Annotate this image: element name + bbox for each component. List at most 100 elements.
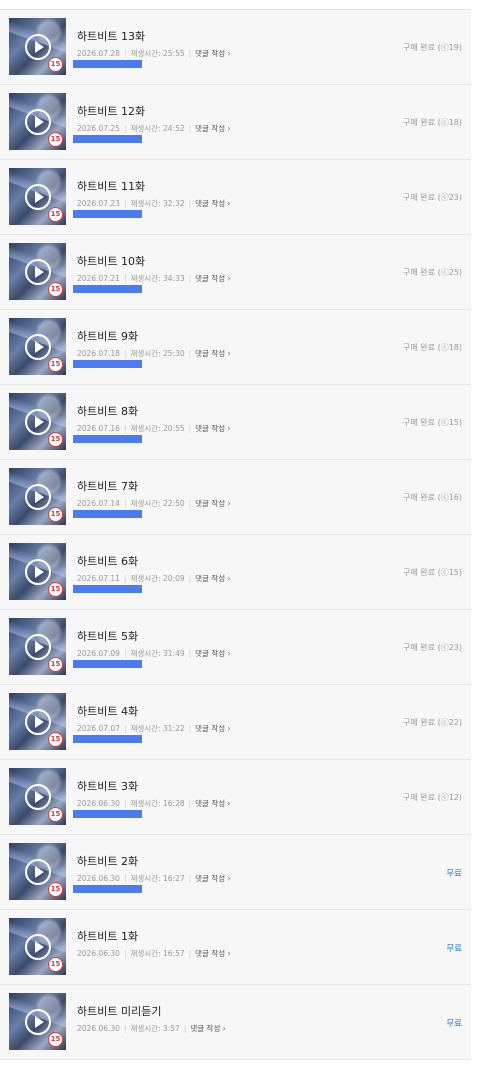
write-comment-link[interactable]: 댓글 작성 ›	[190, 1024, 225, 1033]
age-rating-badge: 15	[48, 432, 63, 447]
write-comment-link[interactable]: 댓글 작성 ›	[195, 274, 230, 283]
episode-thumbnail[interactable]: 15	[9, 993, 66, 1050]
play-icon[interactable]	[25, 34, 51, 60]
episode-meta: 2026.06.30 | 재생시간: 16:57 | 댓글 작성 ›	[77, 948, 231, 959]
play-icon[interactable]	[25, 109, 51, 135]
meta-separator: |	[188, 724, 192, 733]
episode-title[interactable]: 하트비트 12화	[77, 103, 145, 119]
episode-row[interactable]: 15 하트비트 5화 2026.07.09 | 재생시간: 31:49 | 댓글 작성 …	[0, 610, 471, 685]
purchase-status: 무료	[446, 944, 462, 954]
meta-separator: |	[123, 649, 127, 658]
episode-duration: 재생시간: 16:28	[130, 799, 185, 808]
episode-row[interactable]: 15 하트비트 2화 2026.06.30 | 재생시간: 16:27 | 댓글 작성 …	[0, 835, 471, 910]
episode-row[interactable]: 15 하트비트 1화 2026.06.30 | 재생시간: 16:57 | 댓글 작성 …	[0, 910, 471, 985]
meta-separator: |	[123, 799, 127, 808]
episode-thumbnail[interactable]: 15	[9, 918, 66, 975]
meta-separator: |	[188, 574, 192, 583]
write-comment-link[interactable]: 댓글 작성 ›	[195, 124, 230, 133]
episode-title[interactable]: 하트비트 8화	[77, 403, 138, 419]
play-icon[interactable]	[25, 409, 51, 435]
play-icon[interactable]	[25, 334, 51, 360]
episode-meta: 2026.07.09 | 재생시간: 31:49 | 댓글 작성 ›	[77, 648, 231, 659]
meta-separator: |	[188, 499, 192, 508]
write-comment-link[interactable]: 댓글 작성 ›	[195, 349, 230, 358]
episode-title[interactable]: 하트비트 13화	[77, 28, 145, 44]
episode-thumbnail[interactable]: 15	[9, 168, 66, 225]
play-icon[interactable]	[25, 859, 51, 885]
episode-date: 2026.07.23	[77, 199, 120, 208]
play-icon[interactable]	[25, 559, 51, 585]
listen-progress-bar	[73, 135, 142, 143]
episode-thumbnail[interactable]: 15	[9, 18, 66, 75]
episode-thumbnail[interactable]: 15	[9, 318, 66, 375]
episode-thumbnail[interactable]: 15	[9, 393, 66, 450]
write-comment-link[interactable]: 댓글 작성 ›	[195, 799, 230, 808]
episode-row[interactable]: 15 하트비트 3화 2026.06.30 | 재생시간: 16:28 | 댓글 작성 …	[0, 760, 471, 835]
episode-thumbnail[interactable]: 15	[9, 618, 66, 675]
write-comment-link[interactable]: 댓글 작성 ›	[195, 424, 230, 433]
episode-row[interactable]: 15 하트비트 11화 2026.07.23 | 재생시간: 32:32 | 댓글 작성…	[0, 160, 471, 235]
write-comment-link[interactable]: 댓글 작성 ›	[195, 874, 230, 883]
play-icon[interactable]	[25, 634, 51, 660]
episode-duration: 재생시간: 16:57	[130, 949, 185, 958]
episode-date: 2026.07.25	[77, 124, 120, 133]
play-icon[interactable]	[25, 784, 51, 810]
episode-title[interactable]: 하트비트 2화	[77, 853, 138, 869]
episode-title[interactable]: 하트비트 10화	[77, 253, 145, 269]
write-comment-link[interactable]: 댓글 작성 ›	[195, 199, 230, 208]
episode-row[interactable]: 15 하트비트 8화 2026.07.16 | 재생시간: 20:55 | 댓글 작성 …	[0, 385, 471, 460]
episode-title[interactable]: 하트비트 1화	[77, 928, 138, 944]
age-rating-badge: 15	[48, 807, 63, 822]
meta-separator: |	[123, 949, 127, 958]
play-icon[interactable]	[25, 709, 51, 735]
write-comment-link[interactable]: 댓글 작성 ›	[195, 49, 230, 58]
play-icon[interactable]	[25, 934, 51, 960]
episode-thumbnail[interactable]: 15	[9, 543, 66, 600]
episode-meta: 2026.07.25 | 재생시간: 24:52 | 댓글 작성 ›	[77, 123, 231, 134]
meta-separator: |	[188, 49, 192, 58]
episode-row[interactable]: 15 하트비트 10화 2026.07.21 | 재생시간: 34:33 | 댓글 작성…	[0, 235, 471, 310]
play-icon[interactable]	[25, 484, 51, 510]
write-comment-link[interactable]: 댓글 작성 ›	[195, 649, 230, 658]
episode-thumbnail[interactable]: 15	[9, 243, 66, 300]
episode-title[interactable]: 하트비트 3화	[77, 778, 138, 794]
age-rating-badge: 15	[48, 732, 63, 747]
episode-row[interactable]: 15 하트비트 9화 2026.07.18 | 재생시간: 25:30 | 댓글 작성 …	[0, 310, 471, 385]
episode-title[interactable]: 하트비트 미리듣기	[77, 1003, 161, 1019]
write-comment-link[interactable]: 댓글 작성 ›	[195, 949, 230, 958]
write-comment-link[interactable]: 댓글 작성 ›	[195, 499, 230, 508]
age-rating-badge: 15	[48, 957, 63, 972]
episode-title[interactable]: 하트비트 4화	[77, 703, 138, 719]
write-comment-link[interactable]: 댓글 작성 ›	[195, 724, 230, 733]
play-icon[interactable]	[25, 259, 51, 285]
purchase-status: 구매 완료 (ⓒ19)	[403, 43, 462, 52]
episode-thumbnail[interactable]: 15	[9, 468, 66, 525]
purchase-status: 구매 완료 (ⓒ25)	[403, 268, 462, 277]
episode-date: 2026.07.09	[77, 649, 120, 658]
meta-separator: |	[188, 199, 192, 208]
episode-title[interactable]: 하트비트 7화	[77, 478, 138, 494]
episode-meta: 2026.07.11 | 재생시간: 20:09 | 댓글 작성 ›	[77, 573, 231, 584]
age-rating-badge: 15	[48, 57, 63, 72]
episode-row[interactable]: 15 하트비트 6화 2026.07.11 | 재생시간: 20:09 | 댓글 작성 …	[0, 535, 471, 610]
episode-date: 2026.07.07	[77, 724, 120, 733]
episode-thumbnail[interactable]: 15	[9, 693, 66, 750]
episode-row[interactable]: 15 하트비트 13화 2026.07.28 | 재생시간: 25:55 | 댓글 작성…	[0, 10, 471, 85]
episode-row[interactable]: 15 하트비트 미리듣기 2026.06.30 | 재생시간: 3:57 | 댓글 작성…	[0, 985, 471, 1060]
episode-thumbnail[interactable]: 15	[9, 843, 66, 900]
episode-title[interactable]: 하트비트 5화	[77, 628, 138, 644]
write-comment-link[interactable]: 댓글 작성 ›	[195, 574, 230, 583]
listen-progress-bar	[73, 435, 142, 443]
episode-thumbnail[interactable]: 15	[9, 768, 66, 825]
age-rating-badge: 15	[48, 207, 63, 222]
episode-row[interactable]: 15 하트비트 7화 2026.07.14 | 재생시간: 22:50 | 댓글 작성 …	[0, 460, 471, 535]
episode-meta: 2026.07.21 | 재생시간: 34:33 | 댓글 작성 ›	[77, 273, 231, 284]
episode-title[interactable]: 하트비트 9화	[77, 328, 138, 344]
episode-thumbnail[interactable]: 15	[9, 93, 66, 150]
episode-title[interactable]: 하트비트 6화	[77, 553, 138, 569]
episode-row[interactable]: 15 하트비트 12화 2026.07.25 | 재생시간: 24:52 | 댓글 작성…	[0, 85, 471, 160]
episode-title[interactable]: 하트비트 11화	[77, 178, 145, 194]
play-icon[interactable]	[25, 1009, 51, 1035]
play-icon[interactable]	[25, 184, 51, 210]
episode-row[interactable]: 15 하트비트 4화 2026.07.07 | 재생시간: 31:22 | 댓글 작성 …	[0, 685, 471, 760]
